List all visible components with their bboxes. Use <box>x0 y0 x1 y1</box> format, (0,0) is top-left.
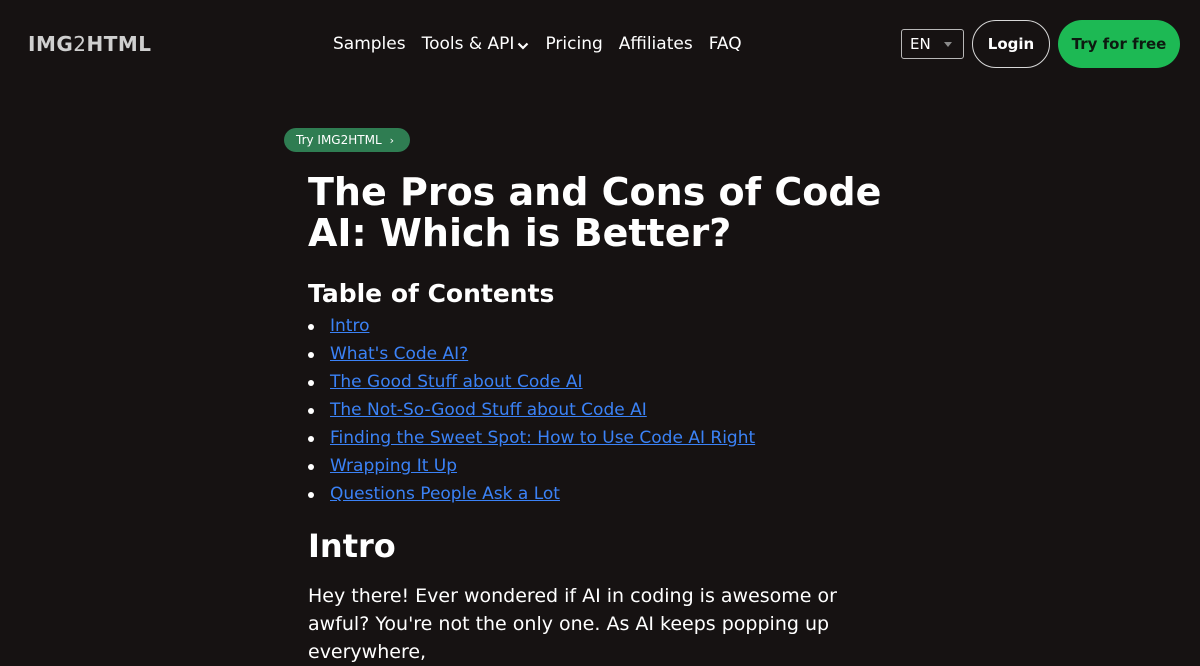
table-of-contents: Intro What's Code AI? The Good Stuff abo… <box>308 312 888 508</box>
logo-middle: 2 <box>73 32 87 56</box>
toc-link-intro[interactable]: Intro <box>330 316 369 336</box>
toc-link-questions[interactable]: Questions People Ask a Lot <box>330 484 560 504</box>
toc-link-whats-code-ai[interactable]: What's Code AI? <box>330 344 468 364</box>
bullet-icon <box>308 436 314 442</box>
intro-paragraph: Hey there! Ever wondered if AI in coding… <box>308 585 837 663</box>
bullet-icon <box>308 324 314 330</box>
toc-heading: Table of Contents <box>308 279 555 308</box>
nav-samples[interactable]: Samples <box>333 33 406 55</box>
article-title: The Pros and Cons of Code AI: Which is B… <box>308 170 882 255</box>
bullet-icon <box>308 464 314 470</box>
language-value: EN <box>910 35 931 53</box>
caret-down-icon <box>944 42 952 47</box>
nav-tools-api-label: Tools & API <box>421 34 515 54</box>
toc-item: Intro <box>308 312 888 340</box>
toc-link-wrapping-up[interactable]: Wrapping It Up <box>330 456 457 476</box>
toc-item: The Good Stuff about Code AI <box>308 368 888 396</box>
article: The Pros and Cons of Code AI: Which is B… <box>308 172 888 666</box>
bullet-icon <box>308 408 314 414</box>
toc-link-sweet-spot[interactable]: Finding the Sweet Spot: How to Use Code … <box>330 428 755 448</box>
toc-item: What's Code AI? <box>308 340 888 368</box>
top-navigation-bar: IMG2HTML Samples Tools & API Pricing Aff… <box>0 0 1200 88</box>
logo-suffix: HTML <box>86 32 152 56</box>
badge-label: Try IMG2HTML <box>296 133 382 147</box>
toc-item: Questions People Ask a Lot <box>308 480 888 508</box>
toc-item: Wrapping It Up <box>308 452 888 480</box>
chevron-right-icon: › <box>389 133 395 147</box>
language-select[interactable]: EN <box>901 29 964 59</box>
chevron-down-icon <box>517 34 529 56</box>
bullet-icon <box>308 492 314 498</box>
try-for-free-button[interactable]: Try for free <box>1058 20 1180 68</box>
toc-item: The Not-So-Good Stuff about Code AI <box>308 396 888 424</box>
toc-link-good-stuff[interactable]: The Good Stuff about Code AI <box>330 372 583 392</box>
nav-affiliates[interactable]: Affiliates <box>619 33 693 55</box>
bullet-icon <box>308 380 314 386</box>
login-button[interactable]: Login <box>972 20 1050 68</box>
bullet-icon <box>308 352 314 358</box>
nav-pricing[interactable]: Pricing <box>545 33 602 55</box>
logo-prefix: IMG <box>28 32 74 56</box>
intro-heading: Intro <box>308 527 396 565</box>
toc-link-not-so-good-stuff[interactable]: The Not-So-Good Stuff about Code AI <box>330 400 647 420</box>
nav-faq[interactable]: FAQ <box>709 33 742 55</box>
nav-tools-api[interactable]: Tools & API <box>422 32 530 56</box>
try-img2html-badge[interactable]: Try IMG2HTML › <box>284 128 410 152</box>
main-nav: Samples Tools & API Pricing Affiliates F… <box>333 32 758 56</box>
site-logo[interactable]: IMG2HTML <box>28 32 152 56</box>
toc-item: Finding the Sweet Spot: How to Use Code … <box>308 424 888 452</box>
